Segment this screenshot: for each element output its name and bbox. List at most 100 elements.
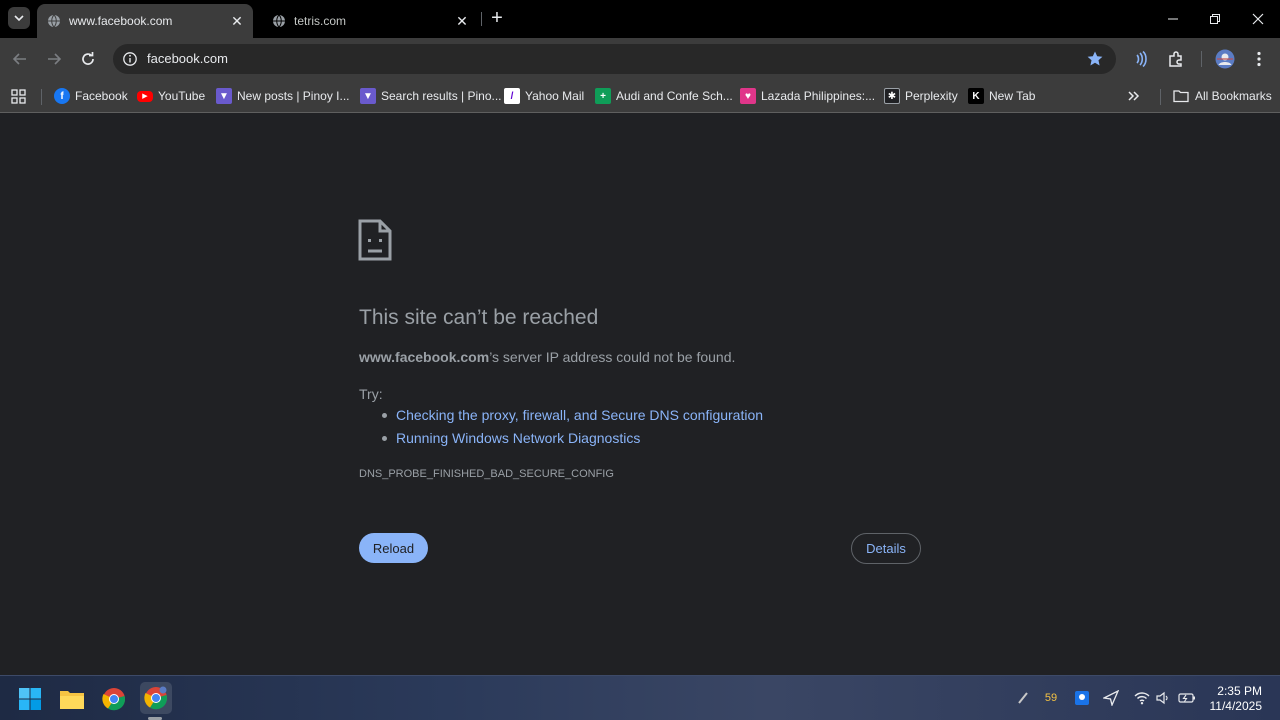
double-chevron-right-icon [1128,91,1140,101]
restore-icon [1210,14,1220,24]
wifi-icon[interactable] [1133,689,1151,707]
menu-kebab-icon[interactable] [1248,48,1270,70]
bookmarks-separator [1160,89,1161,105]
bookmark-pinoy-search[interactable]: ▼ Search results | Pino... [360,86,502,106]
suggestion-diagnostics-link[interactable]: Running Windows Network Diagnostics [380,430,763,453]
address-bar[interactable]: facebook.com [113,44,1116,74]
bookmark-perplexity[interactable]: ✱ Perplexity [884,86,958,106]
error-description: www.facebook.com’s server IP address cou… [359,349,735,365]
windows-logo-icon [19,688,41,710]
details-button[interactable]: Details [851,533,921,564]
close-icon[interactable]: ✕ [227,11,247,31]
tab-title: www.facebook.com [69,14,173,28]
bookmark-pinoy-new-posts[interactable]: ▼ New posts | Pinoy I... [216,86,350,106]
bookmark-facebook[interactable]: f Facebook [54,86,128,106]
bookmark-new-tab[interactable]: K New Tab [968,86,1035,106]
restore-button[interactable] [1193,0,1237,38]
lazada-icon: ♥ [740,88,756,104]
toolbar-separator [1201,51,1202,67]
globe-icon [273,14,285,28]
pen-tray-icon[interactable] [1014,689,1032,707]
error-code: DNS_PROBE_FINISHED_BAD_SECURE_CONFIG [359,468,614,480]
toolbar: facebook.com [0,38,1280,80]
clock-date: 11/4/2025 [1209,699,1263,713]
folder-icon [60,691,84,709]
new-tab-button[interactable]: + [486,8,508,30]
volume-icon[interactable] [1154,689,1172,707]
bookmark-star-icon[interactable] [1086,50,1104,68]
minimize-button[interactable] [1151,0,1195,38]
file-explorer-button[interactable] [58,685,86,713]
bookmark-youtube[interactable]: ▶ YouTube [137,86,205,106]
suggestion-list: Checking the proxy, firewall, and Secure… [380,407,763,453]
bookmark-label: Search results | Pino... [381,89,502,103]
chrome-icon [144,686,168,710]
chrome-taskbar-button[interactable] [100,685,128,713]
profile-avatar[interactable] [1214,48,1236,70]
back-arrow-icon [12,53,26,65]
error-description-text: ’s server IP address could not be found. [489,349,736,365]
windows-taskbar: 59 2:35 PM 11/4/2025 [0,675,1280,720]
bookmark-audi-sheet[interactable]: + Audi and Confe Sch... [595,86,733,106]
suggestion-proxy-link[interactable]: Checking the proxy, firewall, and Secure… [380,407,763,430]
chevron-down-icon [14,15,24,22]
reload-toolbar-button[interactable] [75,46,101,72]
tray-badge-count[interactable]: 59 [1042,689,1060,707]
error-title: This site can’t be reached [359,306,599,329]
bookmarks-overflow-button[interactable] [1127,86,1141,106]
close-icon[interactable]: ✕ [452,11,472,31]
bookmarks-bar: f Facebook ▶ YouTube ▼ New posts | Pinoy… [0,80,1280,113]
apps-button[interactable] [11,86,26,106]
back-button[interactable] [7,46,33,72]
bookmark-label: YouTube [158,89,206,103]
bookmark-label: Facebook [75,89,128,103]
perplexity-icon: ✱ [884,88,900,104]
location-tray-icon[interactable] [1073,689,1091,707]
chrome-icon [102,688,126,711]
browser-window: www.facebook.com ✕ tetris.com ✕ + facebo… [0,0,1280,675]
bookmark-yahoo-mail[interactable]: / Yahoo Mail [504,86,584,106]
chrome-profile-taskbar-button[interactable] [140,682,172,714]
bookmark-label: Lazada Philippines:... [761,89,876,103]
forward-button[interactable] [41,46,67,72]
sheets-icon: + [595,88,611,104]
cast-extension-icon[interactable] [1130,48,1152,70]
close-icon [1252,13,1264,25]
system-clock[interactable]: 2:35 PM 11/4/2025 [1210,684,1263,714]
battery-icon[interactable] [1178,689,1196,707]
bookmark-label: Yahoo Mail [525,89,585,103]
pinoy-forum-icon: ▼ [360,88,376,104]
all-bookmarks-label: All Bookmarks [1195,89,1272,103]
sad-page-icon [358,219,392,261]
bookmark-label: Audi and Confe Sch... [616,89,733,103]
bookmark-lazada[interactable]: ♥ Lazada Philippines:... [740,86,875,106]
forward-arrow-icon [48,53,62,65]
globe-icon [48,14,60,28]
folder-icon [1173,90,1189,103]
youtube-icon: ▶ [137,90,153,102]
reload-icon [82,52,94,65]
tab-facebook[interactable]: www.facebook.com ✕ [37,4,253,38]
reload-button[interactable]: Reload [359,533,428,563]
yahoo-icon: / [504,88,520,104]
bookmark-label: Perplexity [905,89,958,103]
extensions-puzzle-icon[interactable] [1165,48,1187,70]
bookmark-label: New Tab [989,89,1036,103]
tab-separator [481,12,482,26]
start-button[interactable] [16,685,44,713]
facebook-icon: f [54,88,70,104]
info-icon[interactable] [122,51,138,67]
all-bookmarks-button[interactable]: All Bookmarks [1173,86,1272,106]
new-tab-k-icon: K [968,88,984,104]
error-host: www.facebook.com [359,349,490,365]
tab-strip: www.facebook.com ✕ tetris.com ✕ + [0,0,1280,38]
close-window-button[interactable] [1236,0,1280,38]
url-text[interactable]: facebook.com [147,51,228,66]
tab-search-button[interactable] [8,7,30,29]
bookmark-label: New posts | Pinoy I... [237,89,350,103]
try-label: Try: [359,386,383,402]
send-tray-icon[interactable] [1102,689,1120,707]
minimize-icon [1168,18,1178,20]
tab-tetris[interactable]: tetris.com ✕ [262,4,478,38]
bookmarks-separator [41,89,42,105]
